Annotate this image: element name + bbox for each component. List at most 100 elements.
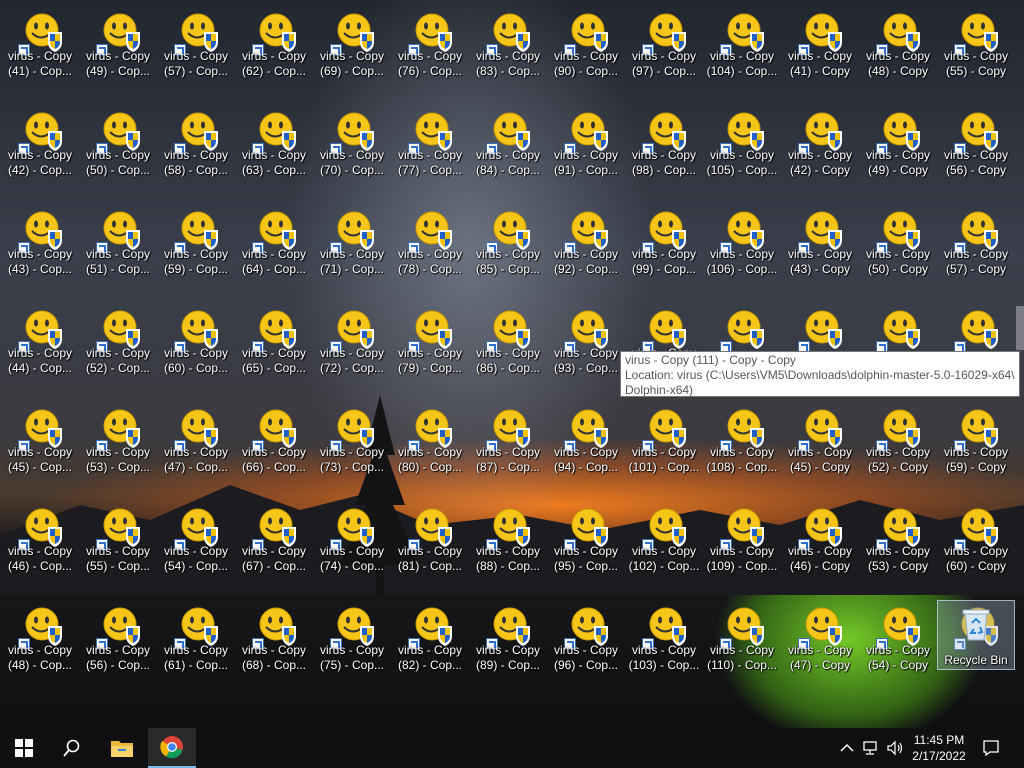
desktop-shortcut[interactable]: virus - Copy (87) - Cop... xyxy=(472,398,544,488)
desktop-shortcut[interactable]: virus - Copy (101) - Cop... xyxy=(628,398,700,488)
network-icon[interactable] xyxy=(862,739,880,757)
desktop-shortcut[interactable]: virus - Copy (42) - Cop... xyxy=(4,101,76,191)
desktop-shortcut[interactable]: virus - Copy (64) - Cop... xyxy=(238,200,310,290)
desktop-shortcut[interactable]: virus - Copy (46) - Cop... xyxy=(4,497,76,587)
desktop-shortcut[interactable]: virus - Copy (99) - Cop... xyxy=(628,200,700,290)
desktop-shortcut[interactable]: virus - Copy (52) - Cop... xyxy=(82,299,154,389)
desktop-shortcut[interactable]: virus - Copy (79) - Cop... xyxy=(394,299,466,389)
desktop-shortcut[interactable]: virus - Copy (80) - Cop... xyxy=(394,398,466,488)
desktop-shortcut[interactable]: virus - Copy (84) - Cop... xyxy=(472,101,544,191)
desktop-shortcut[interactable]: virus - Copy (86) - Cop... xyxy=(472,299,544,389)
desktop-shortcut[interactable]: virus - Copy (57) - Copy xyxy=(940,200,1012,290)
desktop-shortcut[interactable]: virus - Copy (53) - Copy xyxy=(862,497,934,587)
desktop-shortcut[interactable]: virus - Copy (57) - Cop... xyxy=(160,2,232,92)
desktop-shortcut[interactable]: virus - Copy (85) - Cop... xyxy=(472,200,544,290)
desktop-shortcut[interactable]: virus - Copy (43) - Cop... xyxy=(4,200,76,290)
desktop-shortcut[interactable]: virus - Copy (91) - Cop... xyxy=(550,101,622,191)
desktop-shortcut[interactable]: virus - Copy (70) - Cop... xyxy=(316,101,388,191)
desktop-shortcut[interactable]: virus - Copy (93) - Cop... xyxy=(550,299,622,389)
desktop-shortcut[interactable]: virus - Copy (98) - Cop... xyxy=(628,101,700,191)
desktop-shortcut[interactable]: virus - Copy (72) - Cop... xyxy=(316,299,388,389)
volume-icon[interactable] xyxy=(886,739,904,757)
desktop[interactable]: virus - Copy (41) - Cop... virus - Copy (… xyxy=(0,0,1024,728)
desktop-shortcut[interactable]: virus - Copy (56) - Cop... xyxy=(82,596,154,686)
desktop-shortcut[interactable]: virus - Copy (78) - Cop... xyxy=(394,200,466,290)
desktop-shortcut[interactable]: virus - Copy (69) - Cop... xyxy=(316,2,388,92)
chrome-button[interactable] xyxy=(148,728,196,768)
smiley-shield-icon xyxy=(25,409,62,448)
desktop-shortcut[interactable]: virus - Copy (50) - Cop... xyxy=(82,101,154,191)
desktop-shortcut[interactable]: virus - Copy (75) - Cop... xyxy=(316,596,388,686)
desktop-shortcut[interactable]: virus - Copy (82) - Cop... xyxy=(394,596,466,686)
desktop-shortcut[interactable]: virus - Copy (48) - Cop... xyxy=(4,596,76,686)
start-button[interactable] xyxy=(0,728,48,768)
desktop-shortcut[interactable]: virus - Copy (68) - Cop... xyxy=(238,596,310,686)
desktop-shortcut[interactable]: virus - Copy (51) - Cop... xyxy=(82,200,154,290)
desktop-shortcut[interactable]: virus - Copy (90) - Cop... xyxy=(550,2,622,92)
desktop-shortcut[interactable]: virus - Copy (41) - Copy xyxy=(784,2,856,92)
desktop-shortcut[interactable]: virus - Copy (59) - Cop... xyxy=(160,200,232,290)
desktop-shortcut[interactable]: virus - Copy (43) - Copy xyxy=(784,200,856,290)
desktop-shortcut[interactable]: virus - Copy (55) - Cop... xyxy=(82,497,154,587)
desktop-shortcut[interactable]: virus - Copy (89) - Cop... xyxy=(472,596,544,686)
desktop-shortcut[interactable]: virus - Copy (102) - Cop... xyxy=(628,497,700,587)
desktop-shortcut[interactable]: virus - Copy (97) - Cop... xyxy=(628,2,700,92)
desktop-shortcut[interactable]: virus - Copy (73) - Cop... xyxy=(316,398,388,488)
desktop-shortcut[interactable]: virus - Copy (74) - Cop... xyxy=(316,497,388,587)
desktop-shortcut[interactable]: virus - Copy (88) - Cop... xyxy=(472,497,544,587)
desktop-shortcut[interactable]: virus - Copy (104) - Cop... xyxy=(706,2,778,92)
desktop-shortcut[interactable]: virus - Copy (66) - Cop... xyxy=(238,398,310,488)
desktop-shortcut[interactable]: virus - Copy (106) - Cop... xyxy=(706,200,778,290)
desktop-shortcut[interactable]: virus - Copy (42) - Copy xyxy=(784,101,856,191)
desktop-shortcut[interactable]: virus - Copy (76) - Cop... xyxy=(394,2,466,92)
desktop-shortcut[interactable]: virus - Copy (63) - Cop... xyxy=(238,101,310,191)
desktop-shortcut[interactable]: virus - Copy (71) - Cop... xyxy=(316,200,388,290)
smiley-shield-icon xyxy=(649,310,686,349)
shortcut-label: virus - Copy (51) - Cop... xyxy=(85,247,151,276)
desktop-shortcut[interactable]: virus - Copy (47) - Copy xyxy=(784,596,856,686)
desktop-shortcut[interactable]: virus - Copy (103) - Cop... xyxy=(628,596,700,686)
notification-icon[interactable] xyxy=(982,739,1000,757)
desktop-shortcut[interactable]: virus - Copy (110) - Cop... xyxy=(706,596,778,686)
desktop-shortcut[interactable]: virus - Copy (60) - Cop... xyxy=(160,299,232,389)
desktop-shortcut[interactable]: virus - Copy (45) - Copy xyxy=(784,398,856,488)
chevron-up-icon[interactable] xyxy=(838,739,856,757)
desktop-shortcut[interactable]: virus - Copy (53) - Cop... xyxy=(82,398,154,488)
desktop-shortcut[interactable]: virus - Copy (56) - Copy xyxy=(940,101,1012,191)
smiley-shield-icon xyxy=(337,310,374,349)
desktop-shortcut[interactable]: virus - Copy (44) - Cop... xyxy=(4,299,76,389)
desktop-shortcut[interactable]: virus - Copy (41) - Cop... xyxy=(4,2,76,92)
desktop-shortcut[interactable]: virus - Copy (83) - Cop... xyxy=(472,2,544,92)
desktop-shortcut[interactable]: virus - Copy (60) - Copy xyxy=(940,497,1012,587)
clock[interactable]: 11:45 PM 2/17/2022 xyxy=(906,732,972,764)
desktop-shortcut[interactable]: virus - Copy (50) - Copy xyxy=(862,200,934,290)
desktop-shortcut[interactable]: virus - Copy (49) - Cop... xyxy=(82,2,154,92)
desktop-shortcut[interactable]: virus - Copy (96) - Cop... xyxy=(550,596,622,686)
desktop-shortcut[interactable]: virus - Copy (47) - Cop... xyxy=(160,398,232,488)
desktop-shortcut[interactable]: virus - Copy (54) - Copy xyxy=(862,596,934,686)
desktop-shortcut[interactable]: virus - Copy (49) - Copy xyxy=(862,101,934,191)
desktop-shortcut[interactable]: virus - Copy (105) - Cop... xyxy=(706,101,778,191)
desktop-shortcut[interactable]: virus - Copy (92) - Cop... xyxy=(550,200,622,290)
desktop-shortcut[interactable]: virus - Copy (61) - Cop... xyxy=(160,596,232,686)
desktop-shortcut[interactable]: virus - Copy (54) - Cop... xyxy=(160,497,232,587)
file-explorer-button[interactable] xyxy=(98,728,146,768)
desktop-shortcut[interactable]: virus - Copy (81) - Cop... xyxy=(394,497,466,587)
recycle-bin-shortcut[interactable]: Recycle Bin xyxy=(937,600,1015,670)
desktop-shortcut[interactable]: virus - Copy (46) - Copy xyxy=(784,497,856,587)
desktop-shortcut[interactable]: virus - Copy (55) - Copy xyxy=(940,2,1012,92)
desktop-shortcut[interactable]: virus - Copy (95) - Cop... xyxy=(550,497,622,587)
desktop-shortcut[interactable]: virus - Copy (67) - Cop... xyxy=(238,497,310,587)
desktop-shortcut[interactable]: virus - Copy (108) - Cop... xyxy=(706,398,778,488)
desktop-shortcut[interactable]: virus - Copy (65) - Cop... xyxy=(238,299,310,389)
desktop-shortcut[interactable]: virus - Copy (59) - Copy xyxy=(940,398,1012,488)
desktop-shortcut[interactable]: virus - Copy (109) - Cop... xyxy=(706,497,778,587)
search-button[interactable] xyxy=(48,728,96,768)
desktop-shortcut[interactable]: virus - Copy (52) - Copy xyxy=(862,398,934,488)
desktop-shortcut[interactable]: virus - Copy (62) - Cop... xyxy=(238,2,310,92)
desktop-shortcut[interactable]: virus - Copy (45) - Cop... xyxy=(4,398,76,488)
desktop-shortcut[interactable]: virus - Copy (48) - Copy xyxy=(862,2,934,92)
desktop-shortcut[interactable]: virus - Copy (58) - Cop... xyxy=(160,101,232,191)
desktop-shortcut[interactable]: virus - Copy (94) - Cop... xyxy=(550,398,622,488)
desktop-shortcut[interactable]: virus - Copy (77) - Cop... xyxy=(394,101,466,191)
